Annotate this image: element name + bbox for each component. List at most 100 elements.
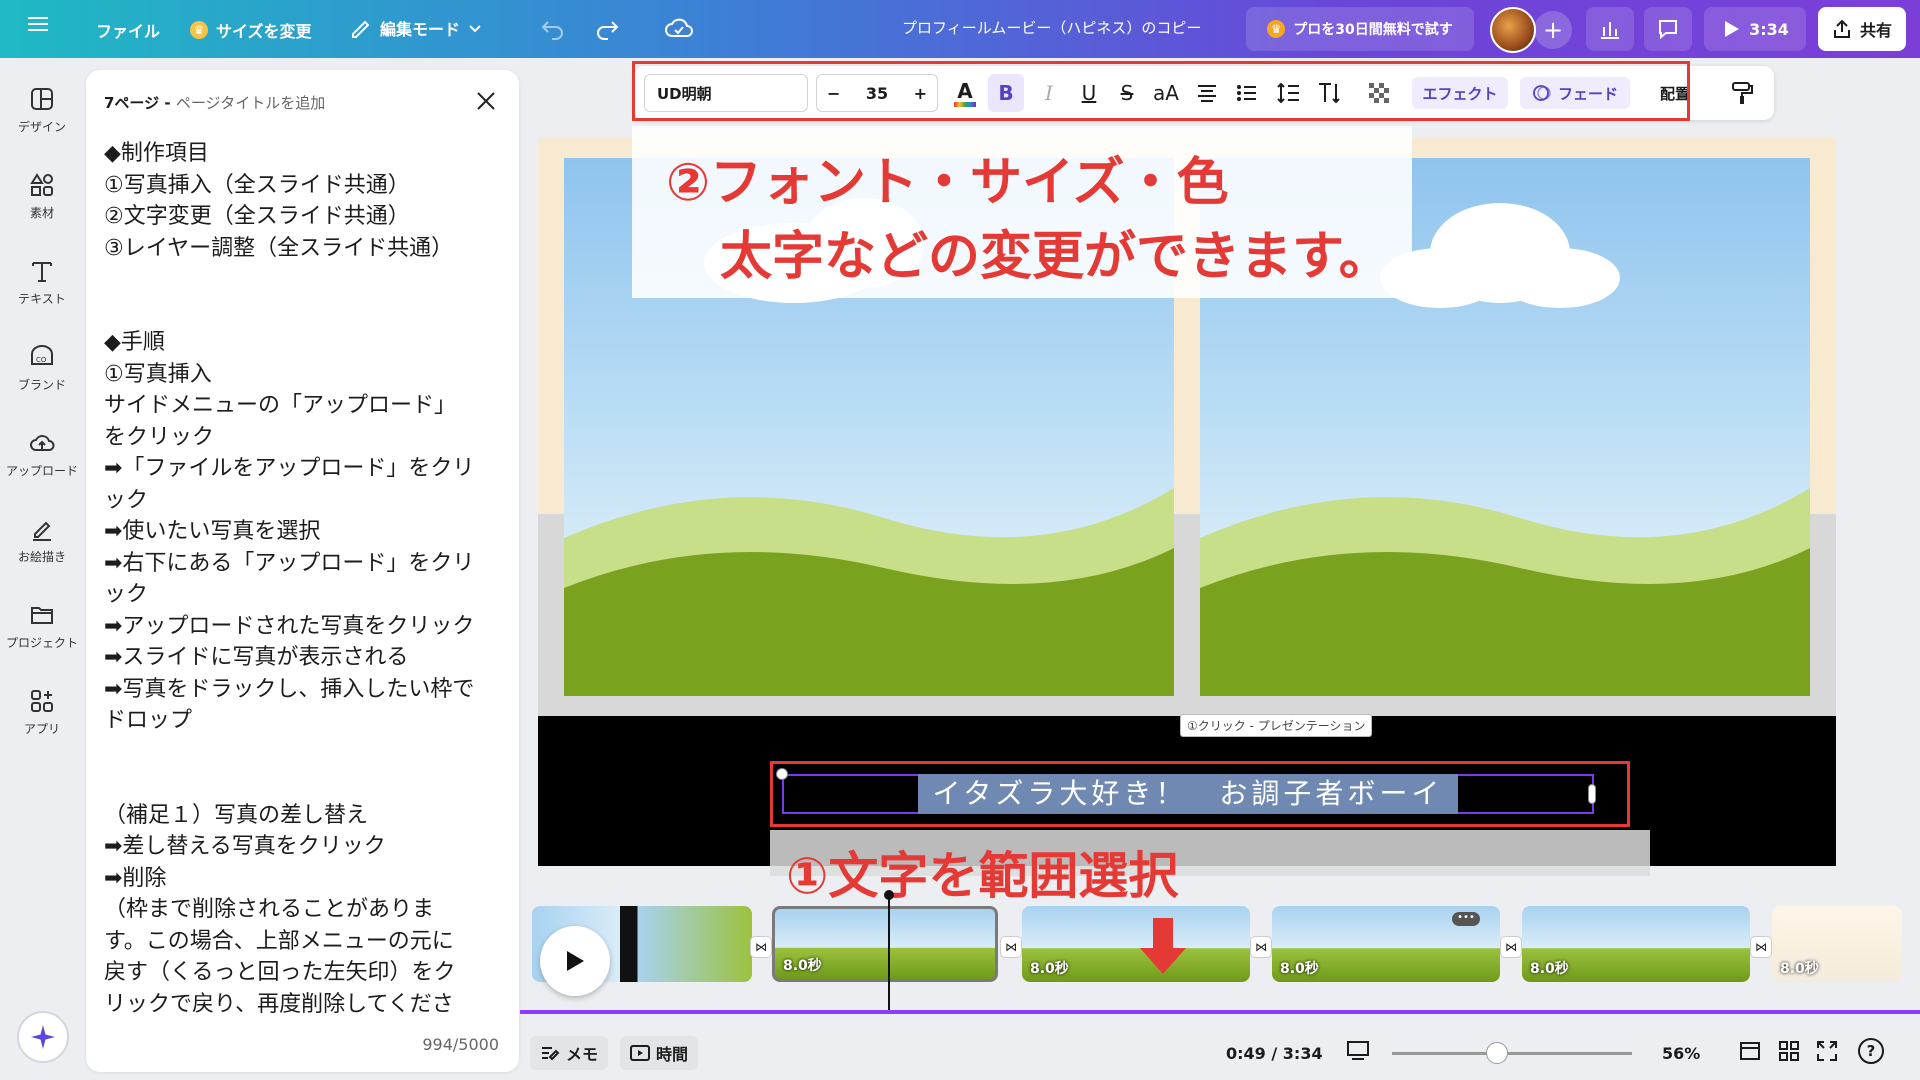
present-button[interactable]: 3:34: [1704, 7, 1806, 51]
comment-icon[interactable]: [1644, 7, 1692, 51]
timeline-clip[interactable]: 8.0秒: [1772, 906, 1902, 982]
timeline-icon: [630, 1045, 650, 1061]
close-icon[interactable]: [475, 90, 497, 112]
fit-screen-icon[interactable]: [1346, 1040, 1370, 1066]
time-button[interactable]: 時間: [620, 1036, 699, 1070]
text-icon: [32, 262, 52, 282]
timeline-clip[interactable]: 8.0秒: [1022, 906, 1250, 982]
resize-label: サイズを変更: [216, 22, 312, 41]
pro-trial-button[interactable]: ♛ プロを30日間無料で試す: [1246, 7, 1474, 51]
sparkle-icon: [31, 1025, 55, 1049]
help-button[interactable]: ?: [1858, 1038, 1884, 1064]
design-icon: [31, 88, 53, 110]
down-arrow-icon: [1138, 918, 1188, 974]
zoom-slider-track[interactable]: [1392, 1052, 1632, 1055]
playhead-knob[interactable]: [884, 890, 894, 900]
memo-label: メモ: [566, 1045, 599, 1064]
subtitle-highlight-box: [770, 761, 1630, 827]
apps-icon: [31, 690, 53, 712]
play-icon: [1725, 21, 1740, 37]
fullscreen-icon[interactable]: [1816, 1040, 1838, 1066]
transition-icon[interactable]: ⋈: [750, 936, 772, 958]
draw-icon: [33, 521, 51, 541]
timeline-clip[interactable]: 8.0秒: [1522, 906, 1750, 982]
insights-icon[interactable]: [1586, 7, 1634, 51]
add-collaborator-button[interactable]: +: [1534, 11, 1572, 49]
annotation-step2-line1: ②フォント・サイズ・色: [666, 153, 1229, 213]
rail-label: テキスト: [18, 292, 66, 306]
resize-button[interactable]: ♛ サイズを変更: [190, 18, 312, 42]
notes-header: 7ページ - ページタイトルを追加: [104, 92, 325, 113]
timeline-play-button[interactable]: [540, 926, 610, 996]
rail-item-brand[interactable]: CO ブランド: [0, 344, 84, 393]
memo-button[interactable]: メモ: [530, 1036, 609, 1070]
file-menu[interactable]: ファイル: [96, 18, 160, 42]
page-number: 7ページ -: [104, 94, 176, 112]
timeline-clip-selected[interactable]: 8.0秒: [772, 906, 998, 982]
toolbar-highlight-box: [632, 61, 1690, 121]
more-options-icon[interactable]: •••: [1452, 912, 1480, 926]
rail-label: アプリ: [23, 722, 60, 736]
annotation-step2-line2: 太字などの変更ができます。: [720, 227, 1391, 287]
transition-icon[interactable]: ⋈: [1250, 936, 1272, 958]
timeline-progress: [520, 1010, 1920, 1014]
transition-icon[interactable]: ⋈: [1500, 936, 1522, 958]
upload-icon: [30, 435, 55, 451]
playhead[interactable]: [888, 896, 890, 1014]
rail-label: デザイン: [17, 120, 66, 134]
zoom-slider-thumb[interactable]: [1486, 1042, 1508, 1064]
redo-icon[interactable]: [594, 16, 620, 40]
undo-icon[interactable]: [540, 16, 566, 40]
share-icon: [1833, 19, 1850, 38]
page-caption-tag: ①クリック - プレゼンテーション: [1180, 714, 1373, 737]
folder-icon: [31, 607, 53, 624]
notes-panel: 7ページ - ページタイトルを追加 ◆制作項目 ①写真挿入（全スライド共通） ②…: [86, 70, 519, 1072]
crown-icon: ♛: [1267, 20, 1286, 38]
grid-view-icon[interactable]: [1778, 1040, 1800, 1066]
clip-duration: 8.0秒: [783, 958, 822, 974]
pencil-icon: [352, 20, 370, 38]
document-title[interactable]: プロフィールムービー（ハピネス）のコピー: [902, 17, 1201, 38]
clip-duration: 8.0秒: [1280, 961, 1319, 977]
rail-item-elements[interactable]: 素材: [0, 172, 84, 221]
rail-item-upload[interactable]: アップロード: [0, 430, 84, 479]
pro-trial-label: プロを30日間無料で試す: [1293, 22, 1453, 38]
rail-item-apps[interactable]: アプリ: [0, 688, 84, 737]
rail-label: 素材: [29, 206, 54, 220]
play-icon: [567, 951, 584, 971]
brand-icon: CO: [31, 345, 53, 365]
hamburger-icon[interactable]: [28, 13, 50, 35]
rail-label: プロジェクト: [5, 636, 78, 650]
document-title-text: プロフィールムービー（ハピネス）のコピー: [902, 19, 1202, 37]
chevron-down-icon: [469, 25, 481, 33]
transition-icon[interactable]: ⋈: [1750, 936, 1772, 958]
magic-assistant-button[interactable]: [17, 1011, 69, 1063]
rail-item-text[interactable]: テキスト: [0, 258, 84, 307]
rail-label: アップロード: [5, 464, 78, 478]
page-view-icon[interactable]: [1738, 1040, 1762, 1066]
page-title-placeholder[interactable]: ページタイトルを追加: [176, 94, 325, 112]
rail-label: ブランド: [17, 378, 66, 392]
rail-item-design[interactable]: デザイン: [0, 86, 84, 135]
zoom-level[interactable]: 56%: [1662, 1044, 1700, 1063]
avatar[interactable]: [1490, 7, 1536, 53]
rail-label: お絵描き: [17, 550, 66, 564]
svg-text:CO: CO: [36, 356, 47, 364]
timecode: 0:49 / 3:34: [1226, 1044, 1323, 1063]
clip-duration: 8.0秒: [1530, 961, 1569, 977]
cloud-saved-icon[interactable]: [664, 14, 694, 42]
share-button[interactable]: 共有: [1818, 7, 1906, 51]
character-count: 994/5000: [422, 1035, 499, 1054]
notes-textarea[interactable]: ◆制作項目 ①写真挿入（全スライド共通） ②文字変更（全スライド共通） ③レイヤ…: [104, 138, 514, 1020]
present-time: 3:34: [1749, 19, 1789, 39]
share-label: 共有: [1859, 21, 1892, 40]
transition-icon[interactable]: ⋈: [1000, 936, 1022, 958]
edit-mode-button[interactable]: 編集モード: [350, 16, 482, 40]
rail-item-projects[interactable]: プロジェクト: [0, 602, 84, 651]
clip-duration: 8.0秒: [1030, 961, 1069, 977]
elements-icon: [30, 173, 53, 196]
paint-roller-icon[interactable]: [1724, 74, 1760, 112]
timeline-clip[interactable]: 8.0秒 •••: [1272, 906, 1500, 982]
rail-item-draw[interactable]: お絵描き: [0, 516, 84, 565]
file-label: ファイル: [96, 22, 161, 41]
